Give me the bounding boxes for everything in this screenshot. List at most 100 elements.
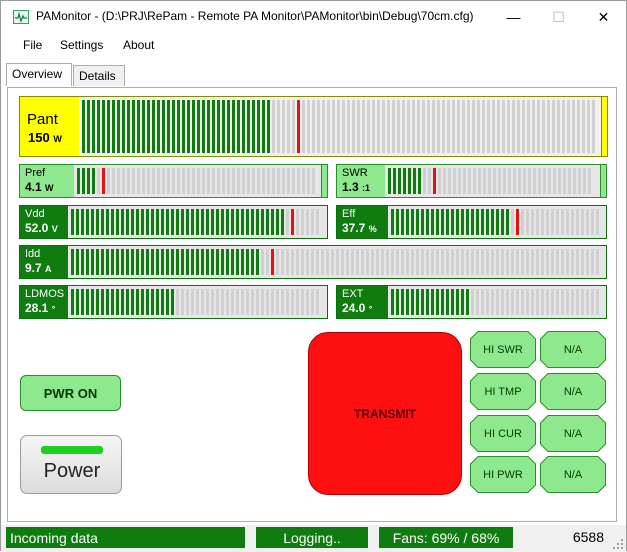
- bar-segment: [226, 209, 229, 235]
- pref-value-group: 4.1 W: [25, 180, 54, 194]
- bar-segment: [446, 289, 449, 315]
- bar-segment: [423, 168, 426, 194]
- bar-segment: [207, 168, 210, 194]
- bar-segment: [502, 100, 505, 153]
- bar-segment: [566, 209, 569, 235]
- bar-segment: [402, 100, 405, 153]
- status-fans: Fans: 69% / 68%: [379, 527, 513, 548]
- tab-details[interactable]: Details: [73, 65, 125, 86]
- bar-segment: [486, 289, 489, 315]
- bar-segment: [137, 100, 140, 153]
- ext-value-group: 24.0 °: [342, 301, 372, 315]
- bar-segment: [551, 289, 554, 315]
- bar-segment: [403, 168, 406, 194]
- bar-segment: [476, 249, 479, 275]
- bar-segment: [257, 168, 260, 194]
- ldmos-name: LDMOS: [25, 288, 65, 300]
- bar-segment: [191, 289, 194, 315]
- bar-segment: [398, 168, 401, 194]
- close-button[interactable]: ✕: [581, 1, 626, 33]
- bar-segment: [176, 289, 179, 315]
- pant-endcap: [601, 97, 607, 156]
- bar-segment: [561, 249, 564, 275]
- bar-segment: [536, 289, 539, 315]
- bar-segment: [316, 249, 319, 275]
- bar-segment: [493, 168, 496, 194]
- bar-segment: [101, 209, 104, 235]
- bar-segment: [511, 209, 514, 235]
- transmit-button[interactable]: TRANSMIT: [308, 332, 462, 495]
- power-button[interactable]: Power: [20, 435, 122, 494]
- bar-segment: [76, 249, 79, 275]
- menu-about[interactable]: About: [123, 38, 154, 52]
- pant-value: 150: [28, 130, 50, 145]
- pant-label-box: Pant 150 W: [20, 97, 79, 156]
- bar-segment: [126, 289, 129, 315]
- bar-segment: [227, 100, 230, 153]
- bar-segment: [568, 168, 571, 194]
- swr-label-box: SWR 1.3 :1: [337, 165, 385, 197]
- menu-settings[interactable]: Settings: [60, 38, 103, 52]
- bar-segment: [526, 249, 529, 275]
- bar-segment: [141, 209, 144, 235]
- bar-segment: [252, 168, 255, 194]
- bar-segment: [81, 249, 84, 275]
- bar-segment: [527, 100, 530, 153]
- bar-segment: [346, 249, 349, 275]
- bar-segment: [211, 289, 214, 315]
- bar-segment: [146, 249, 149, 275]
- bar-segment: [211, 249, 214, 275]
- bar-segment: [583, 168, 586, 194]
- bar-segment: [426, 289, 429, 315]
- bar-segment: [461, 209, 464, 235]
- peak-marker: [297, 100, 300, 153]
- bar-segment: [421, 289, 424, 315]
- bar-segment: [411, 289, 414, 315]
- resize-grip-icon[interactable]: [613, 539, 623, 549]
- bar-segment: [91, 289, 94, 315]
- bar-segment: [476, 209, 479, 235]
- bar-segment: [111, 209, 114, 235]
- bar-segment: [71, 209, 74, 235]
- bar-segment: [481, 249, 484, 275]
- bar-segment: [136, 209, 139, 235]
- bar-segment: [97, 100, 100, 153]
- menu-file[interactable]: File: [23, 38, 42, 52]
- ext-meter: EXT 24.0 °: [336, 285, 607, 319]
- bar-segment: [171, 289, 174, 315]
- bar-segment: [236, 209, 239, 235]
- alarm-label: HI SWR: [483, 343, 523, 356]
- bar-segment: [227, 168, 230, 194]
- bar-segment: [76, 209, 79, 235]
- bar-segment: [551, 249, 554, 275]
- minimize-button[interactable]: —: [491, 1, 536, 33]
- tab-overview[interactable]: Overview: [6, 63, 72, 86]
- bar-segment: [287, 168, 290, 194]
- bar-segment: [586, 249, 589, 275]
- pwr-on-button[interactable]: PWR ON: [20, 375, 121, 411]
- bar-segment: [116, 209, 119, 235]
- bar-segment: [507, 100, 510, 153]
- status-counter: 6588: [572, 529, 604, 545]
- ldmos-meter: LDMOS 28.1 °: [19, 285, 328, 319]
- ldmos-value: 28.1: [25, 301, 49, 315]
- bar-segment: [366, 249, 369, 275]
- bar-segment: [376, 249, 379, 275]
- bar-segment: [463, 168, 466, 194]
- maximize-button[interactable]: ☐: [536, 1, 581, 33]
- bar-segment: [286, 249, 289, 275]
- bar-segment: [506, 209, 509, 235]
- bar-segment: [296, 249, 299, 275]
- bar-segment: [301, 209, 304, 235]
- bar-segment: [401, 249, 404, 275]
- bar-segment: [221, 209, 224, 235]
- bar-segment: [262, 100, 265, 153]
- bar-segment: [438, 168, 441, 194]
- bar-segment: [147, 100, 150, 153]
- bar-segment: [246, 249, 249, 275]
- bar-segment: [347, 100, 350, 153]
- bar-segment: [181, 249, 184, 275]
- alarm-label: N/A: [563, 385, 583, 398]
- title-bar[interactable]: PAMonitor - (D:\PRJ\RePam - Remote PA Mo…: [1, 1, 626, 33]
- bar-segment: [222, 168, 225, 194]
